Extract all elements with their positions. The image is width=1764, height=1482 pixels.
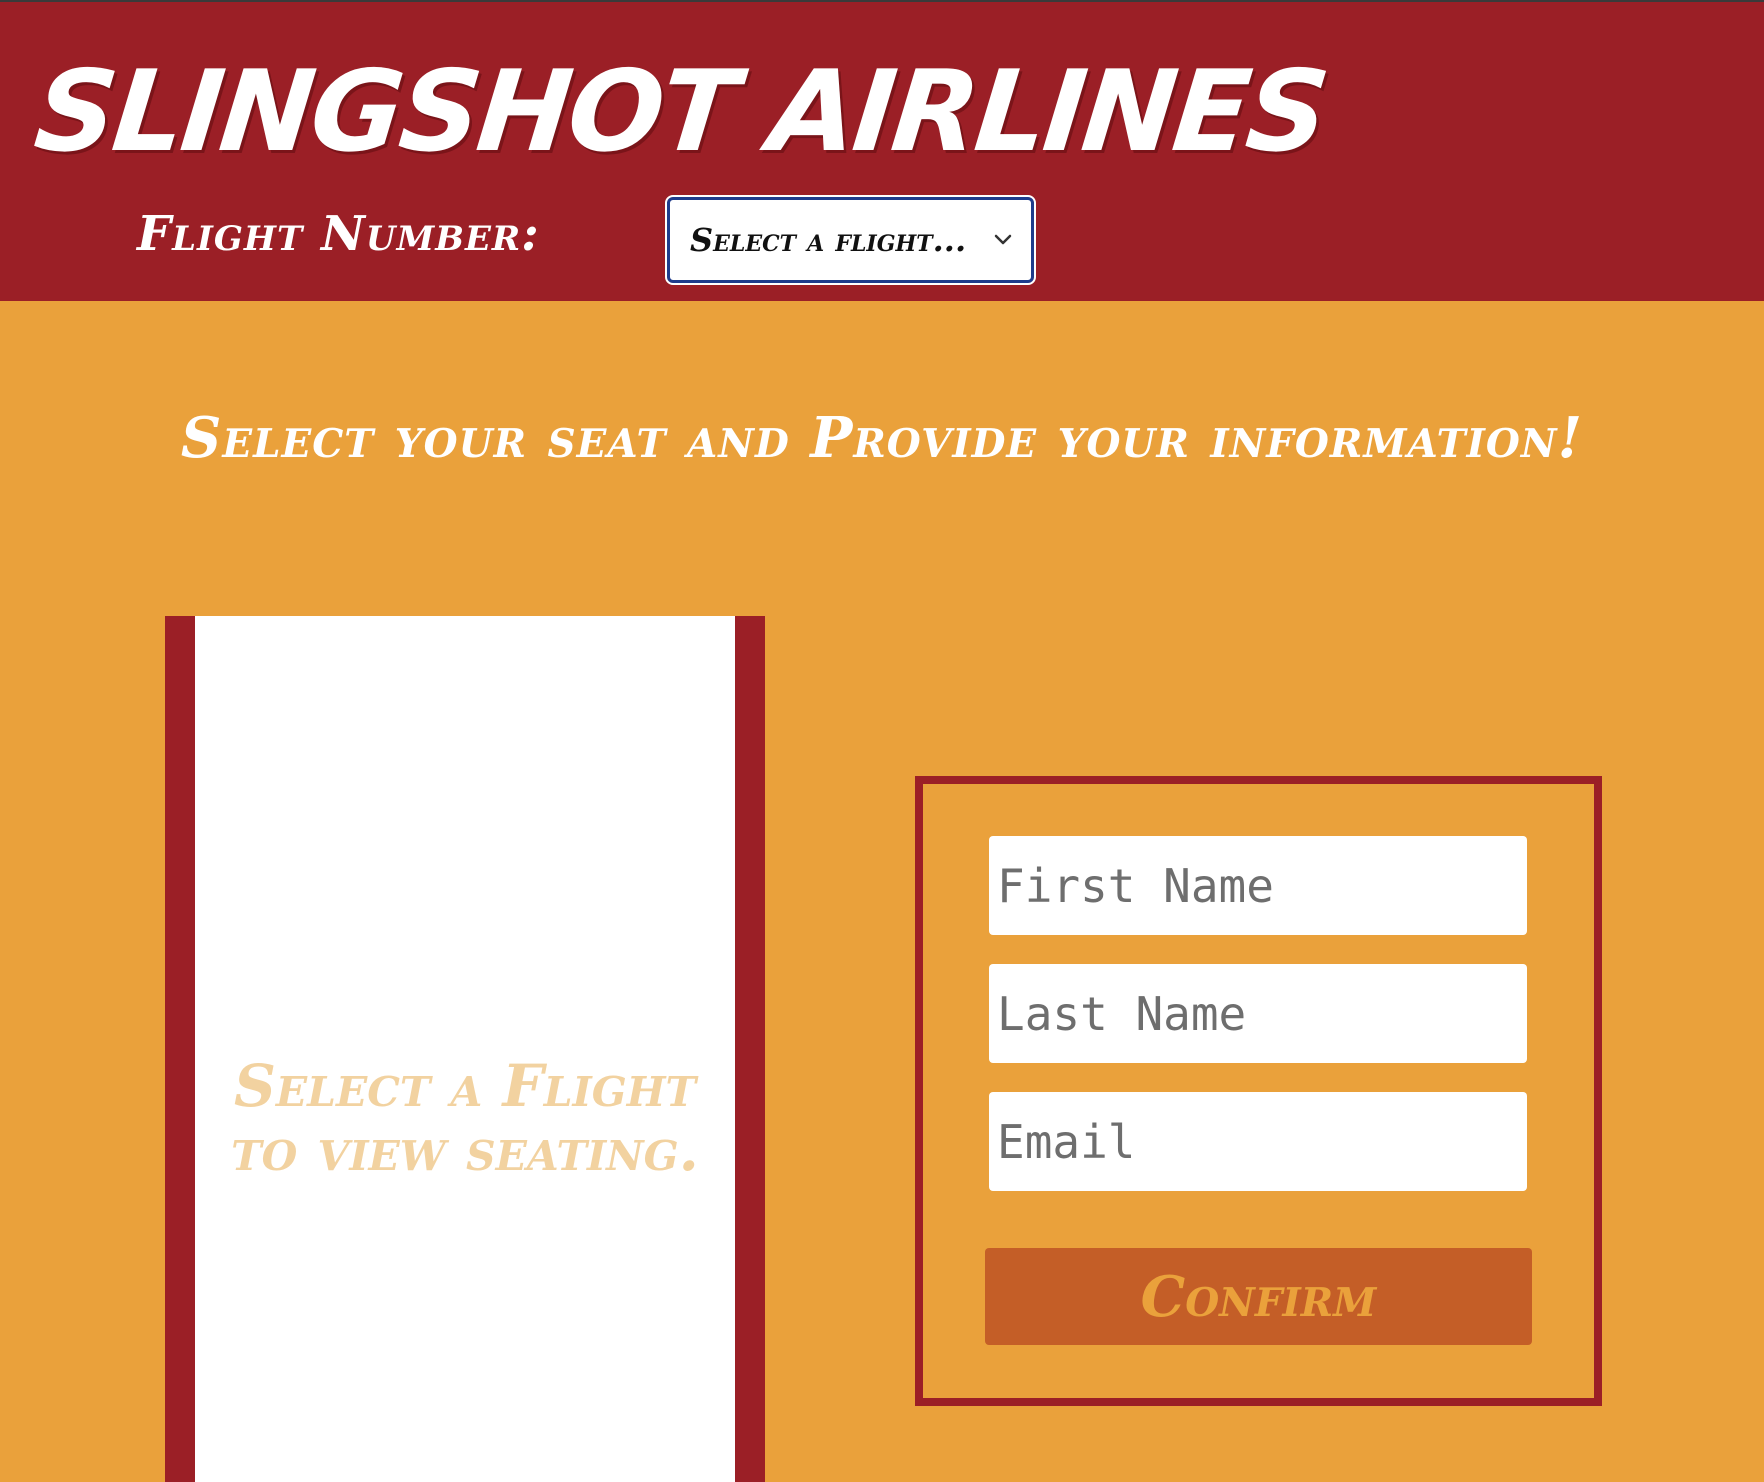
seating-message-line2: to view seating. [231,1116,699,1184]
flight-select-value: Select a flight... [690,221,967,259]
first-name-placeholder: First Name [997,858,1274,913]
flight-number-label: Flight Number: [137,206,540,262]
last-name-placeholder: Last Name [997,986,1247,1041]
email-field[interactable]: Email [989,1092,1527,1191]
header-bar: SLINGSHOT AIRLINES Flight Number: Select… [0,0,1764,301]
seating-placeholder-message: Select a Flight to view seating. [195,1054,735,1182]
first-name-field[interactable]: First Name [989,836,1527,935]
page-prompt: Select your seat and Provide your inform… [180,405,1584,471]
seating-message-line1: Select a Flight [234,1052,696,1120]
confirm-button[interactable]: Confirm [985,1248,1532,1345]
brand-logo: SLINGSHOT AIRLINES [29,47,1332,177]
passenger-info-form: First Name Last Name Email Confirm [915,776,1602,1406]
chevron-down-icon [994,234,1012,245]
email-placeholder: Email [997,1114,1136,1169]
flight-select-dropdown[interactable]: Select a flight... [665,195,1036,285]
seating-panel: Select a Flight to view seating. [165,616,765,1482]
last-name-field[interactable]: Last Name [989,964,1527,1063]
